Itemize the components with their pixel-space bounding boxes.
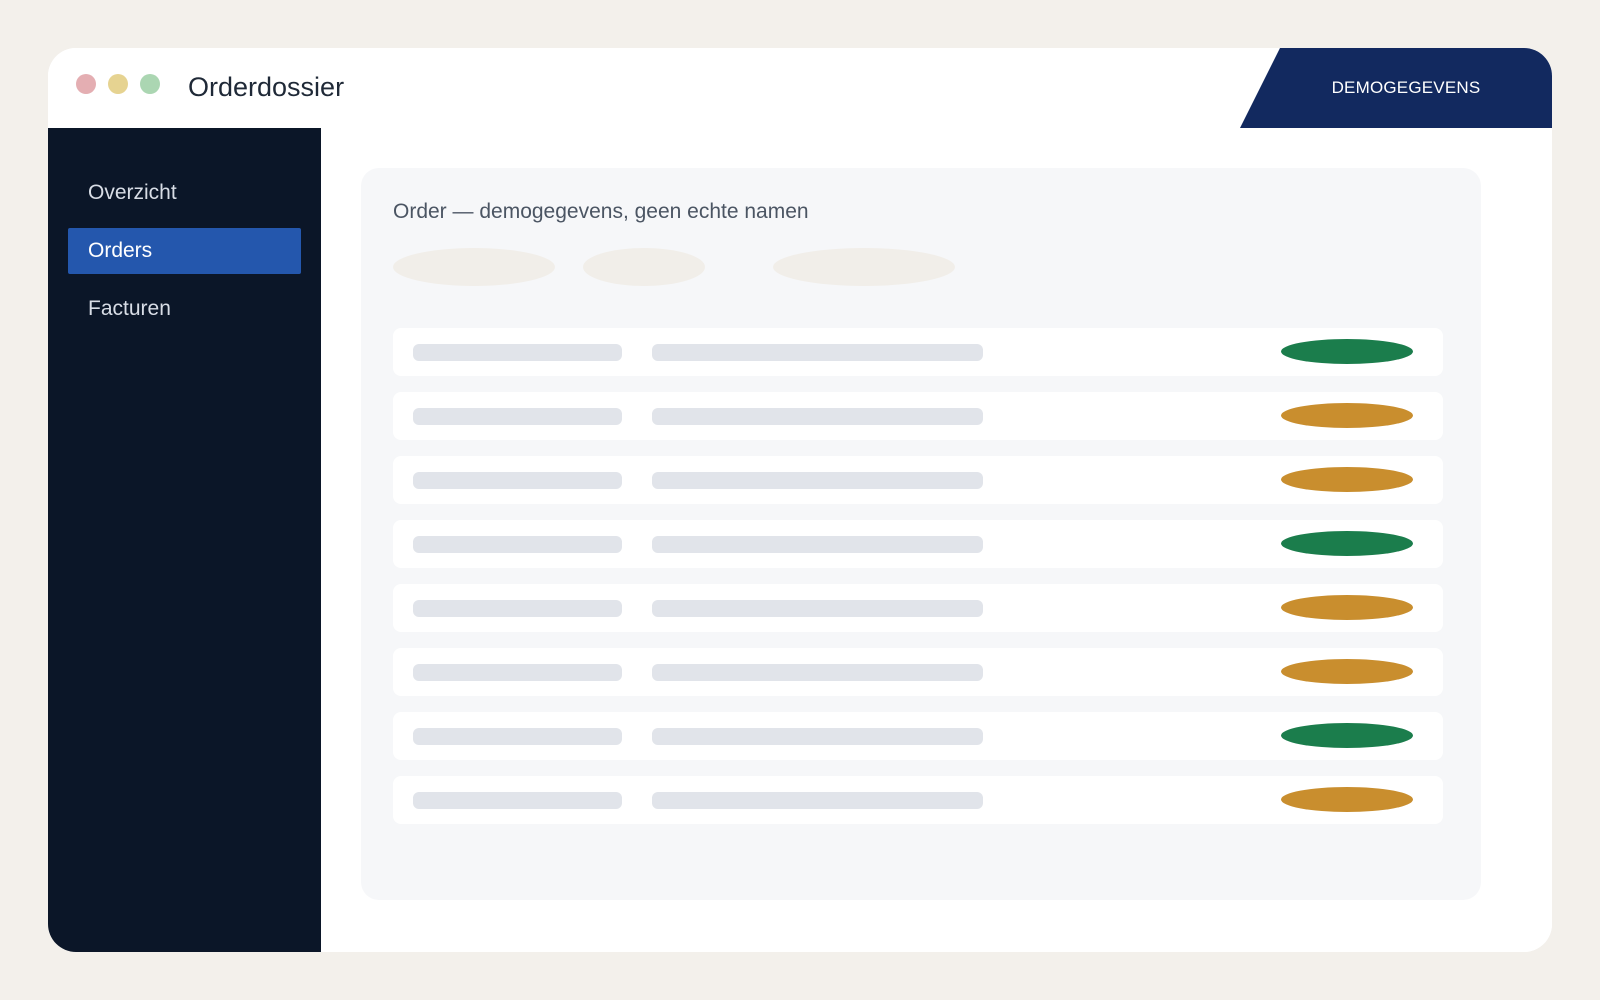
order-card-title: Order — demogegevens, geen echte namen (393, 200, 809, 223)
status-indicator (1281, 339, 1413, 364)
app-window: Orderdossier DEMOGEGEVENS Overzicht Orde… (48, 48, 1552, 952)
filter-placeholder[interactable] (583, 248, 705, 286)
order-id-placeholder (413, 536, 622, 553)
sidebar-item-overzicht[interactable]: Overzicht (68, 170, 301, 216)
status-indicator (1281, 403, 1413, 428)
order-detail-placeholder (652, 472, 983, 489)
order-detail-placeholder (652, 664, 983, 681)
order-detail-placeholder (652, 728, 983, 745)
demo-data-banner: DEMOGEGEVENS (1240, 48, 1552, 128)
sidebar-navigation: Overzicht Orders Facturen (48, 128, 321, 332)
status-indicator (1281, 659, 1413, 684)
order-id-placeholder (413, 472, 622, 489)
order-detail-placeholder (652, 600, 983, 617)
order-id-placeholder (413, 408, 622, 425)
order-row[interactable] (393, 648, 1443, 696)
order-row[interactable] (393, 776, 1443, 824)
sidebar-item-facturen[interactable]: Facturen (68, 286, 301, 332)
maximize-icon[interactable] (140, 74, 160, 94)
order-row[interactable] (393, 328, 1443, 376)
order-detail-placeholder (652, 792, 983, 809)
status-indicator (1281, 723, 1413, 748)
order-list (393, 328, 1443, 840)
sidebar: Overzicht Orders Facturen (48, 128, 321, 952)
filter-placeholder[interactable] (393, 248, 555, 286)
order-row[interactable] (393, 456, 1443, 504)
window-titlebar: Orderdossier DEMOGEGEVENS (48, 48, 1552, 129)
sidebar-item-orders[interactable]: Orders (68, 228, 301, 274)
status-indicator (1281, 595, 1413, 620)
filter-placeholder[interactable] (773, 248, 955, 286)
order-detail-placeholder (652, 408, 983, 425)
order-id-placeholder (413, 664, 622, 681)
order-card: Order — demogegevens, geen echte namen (361, 168, 1481, 900)
app-title: Orderdossier (188, 72, 345, 102)
order-id-placeholder (413, 792, 622, 809)
order-row[interactable] (393, 520, 1443, 568)
order-row[interactable] (393, 712, 1443, 760)
order-row[interactable] (393, 392, 1443, 440)
order-id-placeholder (413, 728, 622, 745)
status-indicator (1281, 467, 1413, 492)
minimize-icon[interactable] (108, 74, 128, 94)
window-controls (76, 74, 160, 94)
order-detail-placeholder (652, 536, 983, 553)
order-detail-placeholder (652, 344, 983, 361)
filter-placeholders (393, 248, 993, 288)
status-indicator (1281, 787, 1413, 812)
order-row[interactable] (393, 584, 1443, 632)
status-indicator (1281, 531, 1413, 556)
close-icon[interactable] (76, 74, 96, 94)
main-content: Order — demogegevens, geen echte namen (321, 128, 1552, 952)
order-id-placeholder (413, 344, 622, 361)
order-id-placeholder (413, 600, 622, 617)
